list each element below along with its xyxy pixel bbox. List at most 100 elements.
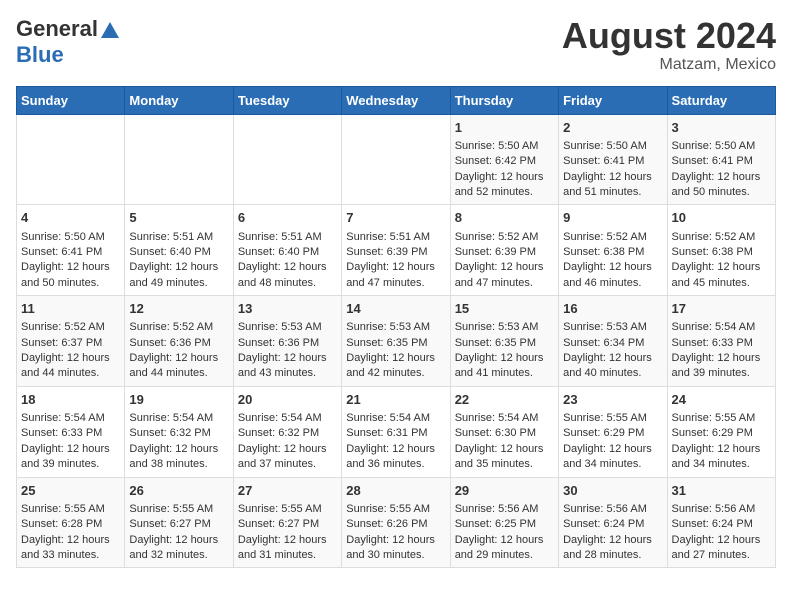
calendar-cell [233, 114, 341, 205]
day-info-line: Sunset: 6:25 PM [455, 518, 536, 530]
day-info-line: Sunrise: 5:56 AM [455, 503, 539, 515]
logo-blue-text: Blue [16, 42, 64, 67]
day-number: 4 [21, 209, 120, 227]
day-number: 29 [455, 482, 554, 500]
day-info-line: Daylight: 12 hours [563, 534, 652, 546]
day-info-line: and 38 minutes. [129, 458, 207, 470]
day-number: 11 [21, 300, 120, 318]
day-info-line: and 36 minutes. [346, 458, 424, 470]
day-info-line: and 47 minutes. [455, 277, 533, 289]
day-info-line: Daylight: 12 hours [563, 443, 652, 455]
calendar-week-row: 11Sunrise: 5:52 AMSunset: 6:37 PMDayligh… [17, 296, 776, 387]
day-info-line: Daylight: 12 hours [455, 261, 544, 273]
day-info-line: Sunrise: 5:54 AM [672, 321, 756, 333]
day-number: 17 [672, 300, 771, 318]
day-info-line: Sunset: 6:40 PM [238, 246, 319, 258]
calendar-cell: 16Sunrise: 5:53 AMSunset: 6:34 PMDayligh… [559, 296, 667, 387]
day-info-line: Sunset: 6:24 PM [672, 518, 753, 530]
calendar-cell: 3Sunrise: 5:50 AMSunset: 6:41 PMDaylight… [667, 114, 775, 205]
day-info-line: and 52 minutes. [455, 186, 533, 198]
day-info-line: and 48 minutes. [238, 277, 316, 289]
day-info-line: Sunset: 6:28 PM [21, 518, 102, 530]
calendar-cell: 20Sunrise: 5:54 AMSunset: 6:32 PMDayligh… [233, 386, 341, 477]
calendar-week-row: 4 Sunrise: 5:50 AM Sunset: 6:41 PM Daylight… [17, 205, 776, 296]
day-info-line: Sunrise: 5:50 AM [672, 140, 756, 152]
day-info-line: Daylight: 12 hours [346, 443, 435, 455]
day-info-line: Sunrise: 5:53 AM [346, 321, 430, 333]
calendar-cell: 28Sunrise: 5:55 AMSunset: 6:26 PMDayligh… [342, 477, 450, 568]
day-info-line: Sunrise: 5:51 AM [129, 231, 213, 243]
calendar-cell: 17Sunrise: 5:54 AMSunset: 6:33 PMDayligh… [667, 296, 775, 387]
day-number: 28 [346, 482, 445, 500]
day-info-line: Sunset: 6:36 PM [129, 337, 210, 349]
header-tuesday: Tuesday [233, 86, 341, 114]
day-info-line: Sunset: 6:39 PM [455, 246, 536, 258]
day-info-line: and 49 minutes. [129, 277, 207, 289]
day-info-line: Sunset: 6:37 PM [21, 337, 102, 349]
day-number: 24 [672, 391, 771, 409]
day-number: 19 [129, 391, 228, 409]
header-monday: Monday [125, 86, 233, 114]
day-info-line: Sunrise: 5:55 AM [563, 412, 647, 424]
calendar-week-row: 25 Sunrise: 5:55 AM Sunset: 6:28 PM Dayligh… [17, 477, 776, 568]
header-thursday: Thursday [450, 86, 558, 114]
day-info-line: and 28 minutes. [563, 549, 641, 561]
day-info-line: Daylight: 12 hours [129, 534, 218, 546]
day-info-line: Sunrise: 5:52 AM [563, 231, 647, 243]
day-number: 7 [346, 209, 445, 227]
day-info-line: Daylight: 12 hours [238, 534, 327, 546]
day-number: 21 [346, 391, 445, 409]
day-info-line: and 42 minutes. [346, 367, 424, 379]
day-info-line: Sunrise: 5:50 AM [21, 231, 105, 243]
day-info-line: Daylight: 12 hours [21, 534, 110, 546]
calendar-cell: 29Sunrise: 5:56 AMSunset: 6:25 PMDayligh… [450, 477, 558, 568]
logo-general-text: General [16, 16, 98, 42]
day-info-line: Sunset: 6:30 PM [455, 427, 536, 439]
calendar-cell: 2Sunrise: 5:50 AMSunset: 6:41 PMDaylight… [559, 114, 667, 205]
day-info-line: Sunrise: 5:55 AM [129, 503, 213, 515]
calendar-cell: 23Sunrise: 5:55 AMSunset: 6:29 PMDayligh… [559, 386, 667, 477]
day-number: 25 [21, 482, 120, 500]
day-info-line: Daylight: 12 hours [346, 261, 435, 273]
day-info-line: Sunset: 6:35 PM [455, 337, 536, 349]
day-info-line: Sunset: 6:38 PM [672, 246, 753, 258]
day-number: 16 [563, 300, 662, 318]
calendar-cell: 30Sunrise: 5:56 AMSunset: 6:24 PMDayligh… [559, 477, 667, 568]
calendar-week-row: 1Sunrise: 5:50 AMSunset: 6:42 PMDaylight… [17, 114, 776, 205]
day-info-line: Sunset: 6:32 PM [129, 427, 210, 439]
day-number: 2 [563, 119, 662, 137]
logo-icon [101, 22, 119, 38]
calendar-cell: 21Sunrise: 5:54 AMSunset: 6:31 PMDayligh… [342, 386, 450, 477]
day-info-line: Sunset: 6:26 PM [346, 518, 427, 530]
day-number: 30 [563, 482, 662, 500]
title-area: August 2024 Matzam, Mexico [562, 16, 776, 74]
day-number: 5 [129, 209, 228, 227]
day-info-line: Daylight: 12 hours [238, 261, 327, 273]
day-info-line: Sunrise: 5:54 AM [129, 412, 213, 424]
day-info-line: and 30 minutes. [346, 549, 424, 561]
day-info-line: and 51 minutes. [563, 186, 641, 198]
day-info-line: Sunrise: 5:52 AM [21, 321, 105, 333]
calendar-cell: 27Sunrise: 5:55 AMSunset: 6:27 PMDayligh… [233, 477, 341, 568]
day-info-line: Sunset: 6:41 PM [563, 155, 644, 167]
day-info-line: Sunrise: 5:55 AM [672, 412, 756, 424]
day-number: 9 [563, 209, 662, 227]
day-number: 18 [21, 391, 120, 409]
day-number: 26 [129, 482, 228, 500]
day-number: 1 [455, 119, 554, 137]
day-info-line: Sunset: 6:34 PM [563, 337, 644, 349]
day-number: 27 [238, 482, 337, 500]
header-saturday: Saturday [667, 86, 775, 114]
day-info-line: Sunrise: 5:52 AM [129, 321, 213, 333]
day-number: 6 [238, 209, 337, 227]
calendar-cell: 24Sunrise: 5:55 AMSunset: 6:29 PMDayligh… [667, 386, 775, 477]
day-info-line: Sunset: 6:41 PM [21, 246, 102, 258]
day-info-line: Daylight: 12 hours [238, 443, 327, 455]
day-info-line: Sunrise: 5:55 AM [238, 503, 322, 515]
day-info-line: Daylight: 12 hours [455, 171, 544, 183]
day-info-line: and 32 minutes. [129, 549, 207, 561]
day-number: 14 [346, 300, 445, 318]
location-title: Matzam, Mexico [562, 56, 776, 74]
day-info-line: and 34 minutes. [672, 458, 750, 470]
day-info-line: Sunset: 6:39 PM [346, 246, 427, 258]
